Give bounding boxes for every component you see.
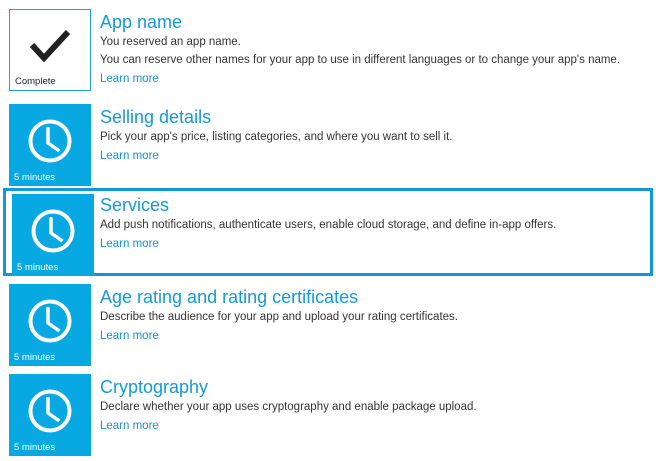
step-status: 5 minutes	[14, 172, 56, 183]
learn-more-link[interactable]: Learn more	[100, 327, 159, 345]
learn-more-link[interactable]: Learn more	[100, 70, 159, 88]
step-status: Complete	[15, 76, 56, 87]
step-tile-age-rating[interactable]: 5 minutes	[9, 284, 91, 366]
step-title[interactable]: Selling details	[100, 106, 649, 128]
learn-more-link[interactable]: Learn more	[100, 147, 159, 165]
step-status: 5 minutes	[14, 352, 56, 363]
learn-more-link[interactable]: Learn more	[100, 417, 159, 435]
clock-icon	[31, 209, 75, 253]
clock-icon	[28, 299, 72, 343]
step-title[interactable]: App name	[100, 11, 649, 33]
step-text: App name You reserved an app name. You c…	[100, 11, 649, 88]
learn-more-link[interactable]: Learn more	[100, 235, 159, 253]
step-text: Selling details Pick your app's price, l…	[100, 106, 649, 165]
step-description: Describe the audience for your app and u…	[100, 311, 458, 323]
step-title[interactable]: Services	[100, 194, 650, 216]
step-status: 5 minutes	[14, 442, 56, 453]
step-text: Cryptography Declare whether your app us…	[100, 376, 649, 435]
step-status: 5 minutes	[17, 262, 59, 273]
step-text: Age rating and rating certificates Descr…	[100, 286, 649, 345]
step-cryptography: 5 minutes Cryptography Declare whether y…	[9, 374, 649, 456]
step-description: Add push notifications, authenticate use…	[100, 219, 557, 231]
checkmark-icon	[29, 29, 71, 63]
step-selling-details: 5 minutes Selling details Pick your app'…	[9, 104, 649, 186]
step-text: Services Add push notifications, authent…	[100, 194, 650, 253]
clock-icon	[28, 389, 72, 433]
step-tile-cryptography[interactable]: 5 minutes	[9, 374, 91, 456]
step-description: You reserved an app name.	[100, 36, 241, 48]
step-title[interactable]: Age rating and rating certificates	[100, 286, 649, 308]
step-description: Pick your app's price, listing categorie…	[100, 131, 453, 143]
step-age-rating: 5 minutes Age rating and rating certific…	[9, 284, 649, 366]
step-description: Declare whether your app uses cryptograp…	[100, 401, 477, 413]
step-title[interactable]: Cryptography	[100, 376, 649, 398]
step-tile-services[interactable]: 5 minutes	[12, 194, 94, 276]
step-app-name: Complete App name You reserved an app na…	[9, 9, 649, 91]
step-services: 5 minutes Services Add push notification…	[3, 188, 653, 276]
step-tile-selling-details[interactable]: 5 minutes	[9, 104, 91, 186]
clock-icon	[28, 119, 72, 163]
step-tile-app-name[interactable]: Complete	[9, 9, 91, 91]
step-description: You can reserve other names for your app…	[100, 54, 621, 66]
